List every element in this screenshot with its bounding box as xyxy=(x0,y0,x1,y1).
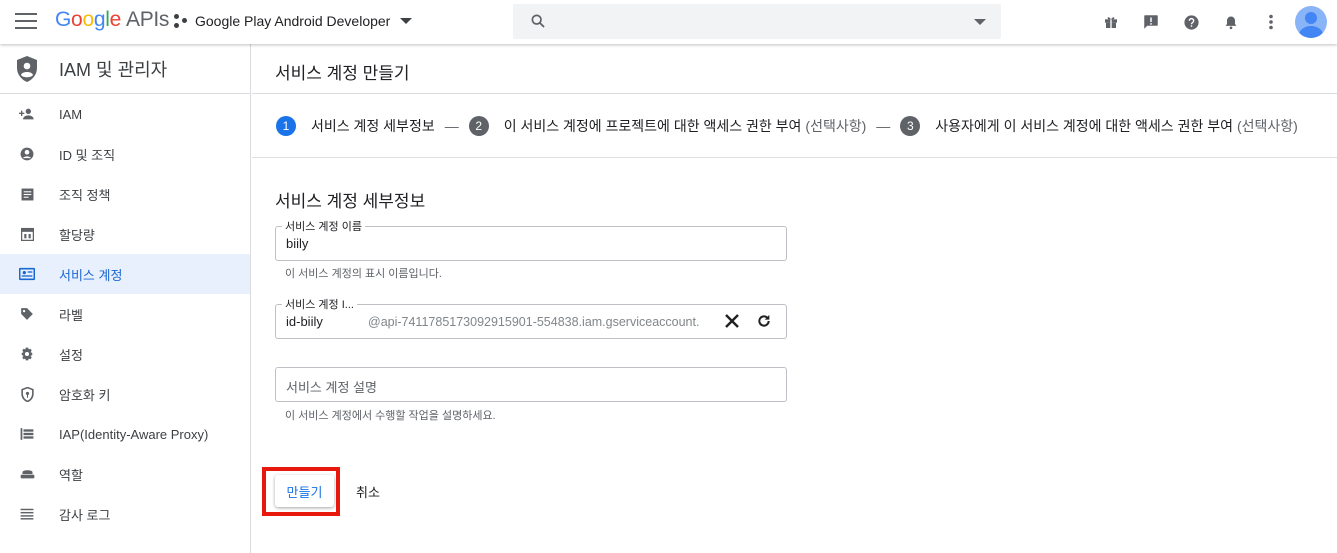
sidebar-item-label: 역할 xyxy=(59,467,83,483)
sidebar-item-quotas[interactable]: 할당량 xyxy=(0,214,250,254)
sidebar-item-org-policy[interactable]: 조직 정책 xyxy=(0,174,250,214)
service-account-id-field[interactable]: 서비스 계정 I... id-biily @api-74117851730929… xyxy=(275,296,787,339)
calendar-icon xyxy=(19,226,35,242)
sidebar-item-service-accounts[interactable]: 서비스 계정 xyxy=(0,254,250,294)
feedback-icon[interactable] xyxy=(1141,12,1161,32)
sidebar-item-labels[interactable]: 라벨 xyxy=(0,294,250,334)
project-selector[interactable]: Google Play Android Developer xyxy=(174,13,413,29)
person-add-icon xyxy=(19,106,35,122)
field-value[interactable]: biily xyxy=(286,236,308,251)
sidebar-item-roles[interactable]: 역할 xyxy=(0,454,250,494)
sidebar-item-label: 할당량 xyxy=(59,227,95,243)
logo-suffix: APIs xyxy=(125,8,170,31)
stepper: 1 서비스 계정 세부정보 — 2 이 서비스 계정에 프로젝트에 대한 액세스… xyxy=(276,116,1298,136)
service-account-name-field[interactable]: 서비스 계정 이름 biily xyxy=(275,218,787,261)
shield-key-icon xyxy=(19,386,35,402)
sidebar-item-label: 서비스 계정 xyxy=(59,267,123,283)
step-optional: (선택사항) xyxy=(1237,118,1298,134)
sidebar-item-label: 라벨 xyxy=(59,307,83,323)
settings-icon xyxy=(19,346,35,362)
project-dots-icon xyxy=(174,14,188,28)
logo-letter: g xyxy=(93,8,106,31)
sidebar-title: IAM 및 관리자 xyxy=(59,59,168,80)
logo-letter: o xyxy=(71,8,83,31)
refresh-icon[interactable] xyxy=(756,313,772,329)
sidebar-item-label: 설정 xyxy=(59,347,83,363)
step-separator: — xyxy=(444,118,459,134)
sidebar: IAM 및 관리자 IAM ID 및 조직 조직 정책 할당량 서비스 계정 라… xyxy=(0,44,251,553)
sidebar-item-label: 감사 로그 xyxy=(59,507,111,523)
step-number: 1 xyxy=(276,116,296,136)
project-name: Google Play Android Developer xyxy=(195,13,391,29)
field-label: 서비스 계정 이름 xyxy=(282,218,365,234)
service-account-description-field[interactable]: 서비스 계정 설명 xyxy=(275,367,787,402)
search-input[interactable] xyxy=(513,4,1001,39)
roles-icon xyxy=(19,466,35,482)
cancel-button[interactable]: 취소 xyxy=(349,479,387,503)
sidebar-item-label: 암호화 키 xyxy=(59,387,111,403)
field-label: 서비스 계정 I... xyxy=(282,296,357,312)
sidebar-item-identity-org[interactable]: ID 및 조직 xyxy=(0,134,250,174)
field-placeholder: 서비스 계정 설명 xyxy=(286,380,377,395)
help-icon[interactable] xyxy=(1181,12,1201,32)
sidebar-item-iam[interactable]: IAM xyxy=(0,94,250,134)
section-title: 서비스 계정 세부정보 xyxy=(275,192,426,211)
logo-letter: e xyxy=(109,8,122,31)
step-number: 3 xyxy=(900,116,921,136)
logo-letter: o xyxy=(82,8,94,31)
step-label[interactable]: 서비스 계정 세부정보 xyxy=(311,116,435,136)
notifications-icon[interactable] xyxy=(1221,12,1241,32)
google-apis-logo[interactable]: Google APIs xyxy=(55,8,169,32)
logo-letter: G xyxy=(55,8,72,31)
step-number: 2 xyxy=(468,116,489,136)
list-icon xyxy=(19,506,35,522)
article-icon xyxy=(19,186,35,202)
gift-icon[interactable] xyxy=(1101,12,1121,32)
sidebar-item-audit-logs[interactable]: 감사 로그 xyxy=(0,494,250,534)
clear-icon[interactable] xyxy=(724,313,740,329)
iam-shield-icon xyxy=(17,55,37,82)
label-icon xyxy=(19,306,35,322)
sidebar-item-settings[interactable]: 설정 xyxy=(0,334,250,374)
field-hint: 이 서비스 계정에서 수행할 작업을 설명하세요. xyxy=(285,410,496,422)
account-circle-icon xyxy=(19,146,35,162)
sidebar-item-label: IAP(Identity-Aware Proxy) xyxy=(59,426,209,442)
field-value[interactable]: id-biily xyxy=(286,314,323,329)
sidebar-item-label: ID 및 조직 xyxy=(59,147,116,163)
divider xyxy=(252,157,1337,158)
divider xyxy=(252,93,1337,94)
step-separator: — xyxy=(876,118,891,134)
step-label[interactable]: 이 서비스 계정에 프로젝트에 대한 액세스 권한 부여 xyxy=(504,116,802,136)
field-hint: 이 서비스 계정의 표시 이름입니다. xyxy=(285,268,442,280)
top-app-bar: Google APIs Google Play Android Developer xyxy=(0,0,1337,44)
create-button[interactable]: 만들기 xyxy=(275,475,334,507)
menu-icon[interactable] xyxy=(15,13,37,31)
sidebar-item-label: 조직 정책 xyxy=(59,187,111,203)
step-label[interactable]: 사용자에게 이 서비스 계정에 대한 액세스 권한 부여 xyxy=(935,116,1233,136)
page-title: 서비스 계정 만들기 xyxy=(275,64,410,83)
main-content: 서비스 계정 만들기 1 서비스 계정 세부정보 — 2 이 서비스 계정에 프… xyxy=(252,44,1337,553)
sidebar-item-iap[interactable]: IAP(Identity-Aware Proxy) xyxy=(0,414,250,454)
sidebar-item-label: IAM xyxy=(59,106,83,122)
sidebar-header: IAM 및 관리자 xyxy=(0,44,250,94)
service-account-icon xyxy=(19,266,35,282)
more-vert-icon[interactable] xyxy=(1261,12,1281,32)
field-suffix: @api-7411785173092915901-554838.iam.gser… xyxy=(368,315,700,329)
search-dropdown-icon[interactable] xyxy=(974,19,986,25)
step-optional: (선택사항) xyxy=(805,118,867,134)
account-avatar[interactable] xyxy=(1295,6,1327,38)
iap-icon xyxy=(19,426,35,442)
search-icon xyxy=(531,14,545,28)
sidebar-item-encryption-keys[interactable]: 암호화 키 xyxy=(0,374,250,414)
chevron-down-icon xyxy=(400,18,413,24)
